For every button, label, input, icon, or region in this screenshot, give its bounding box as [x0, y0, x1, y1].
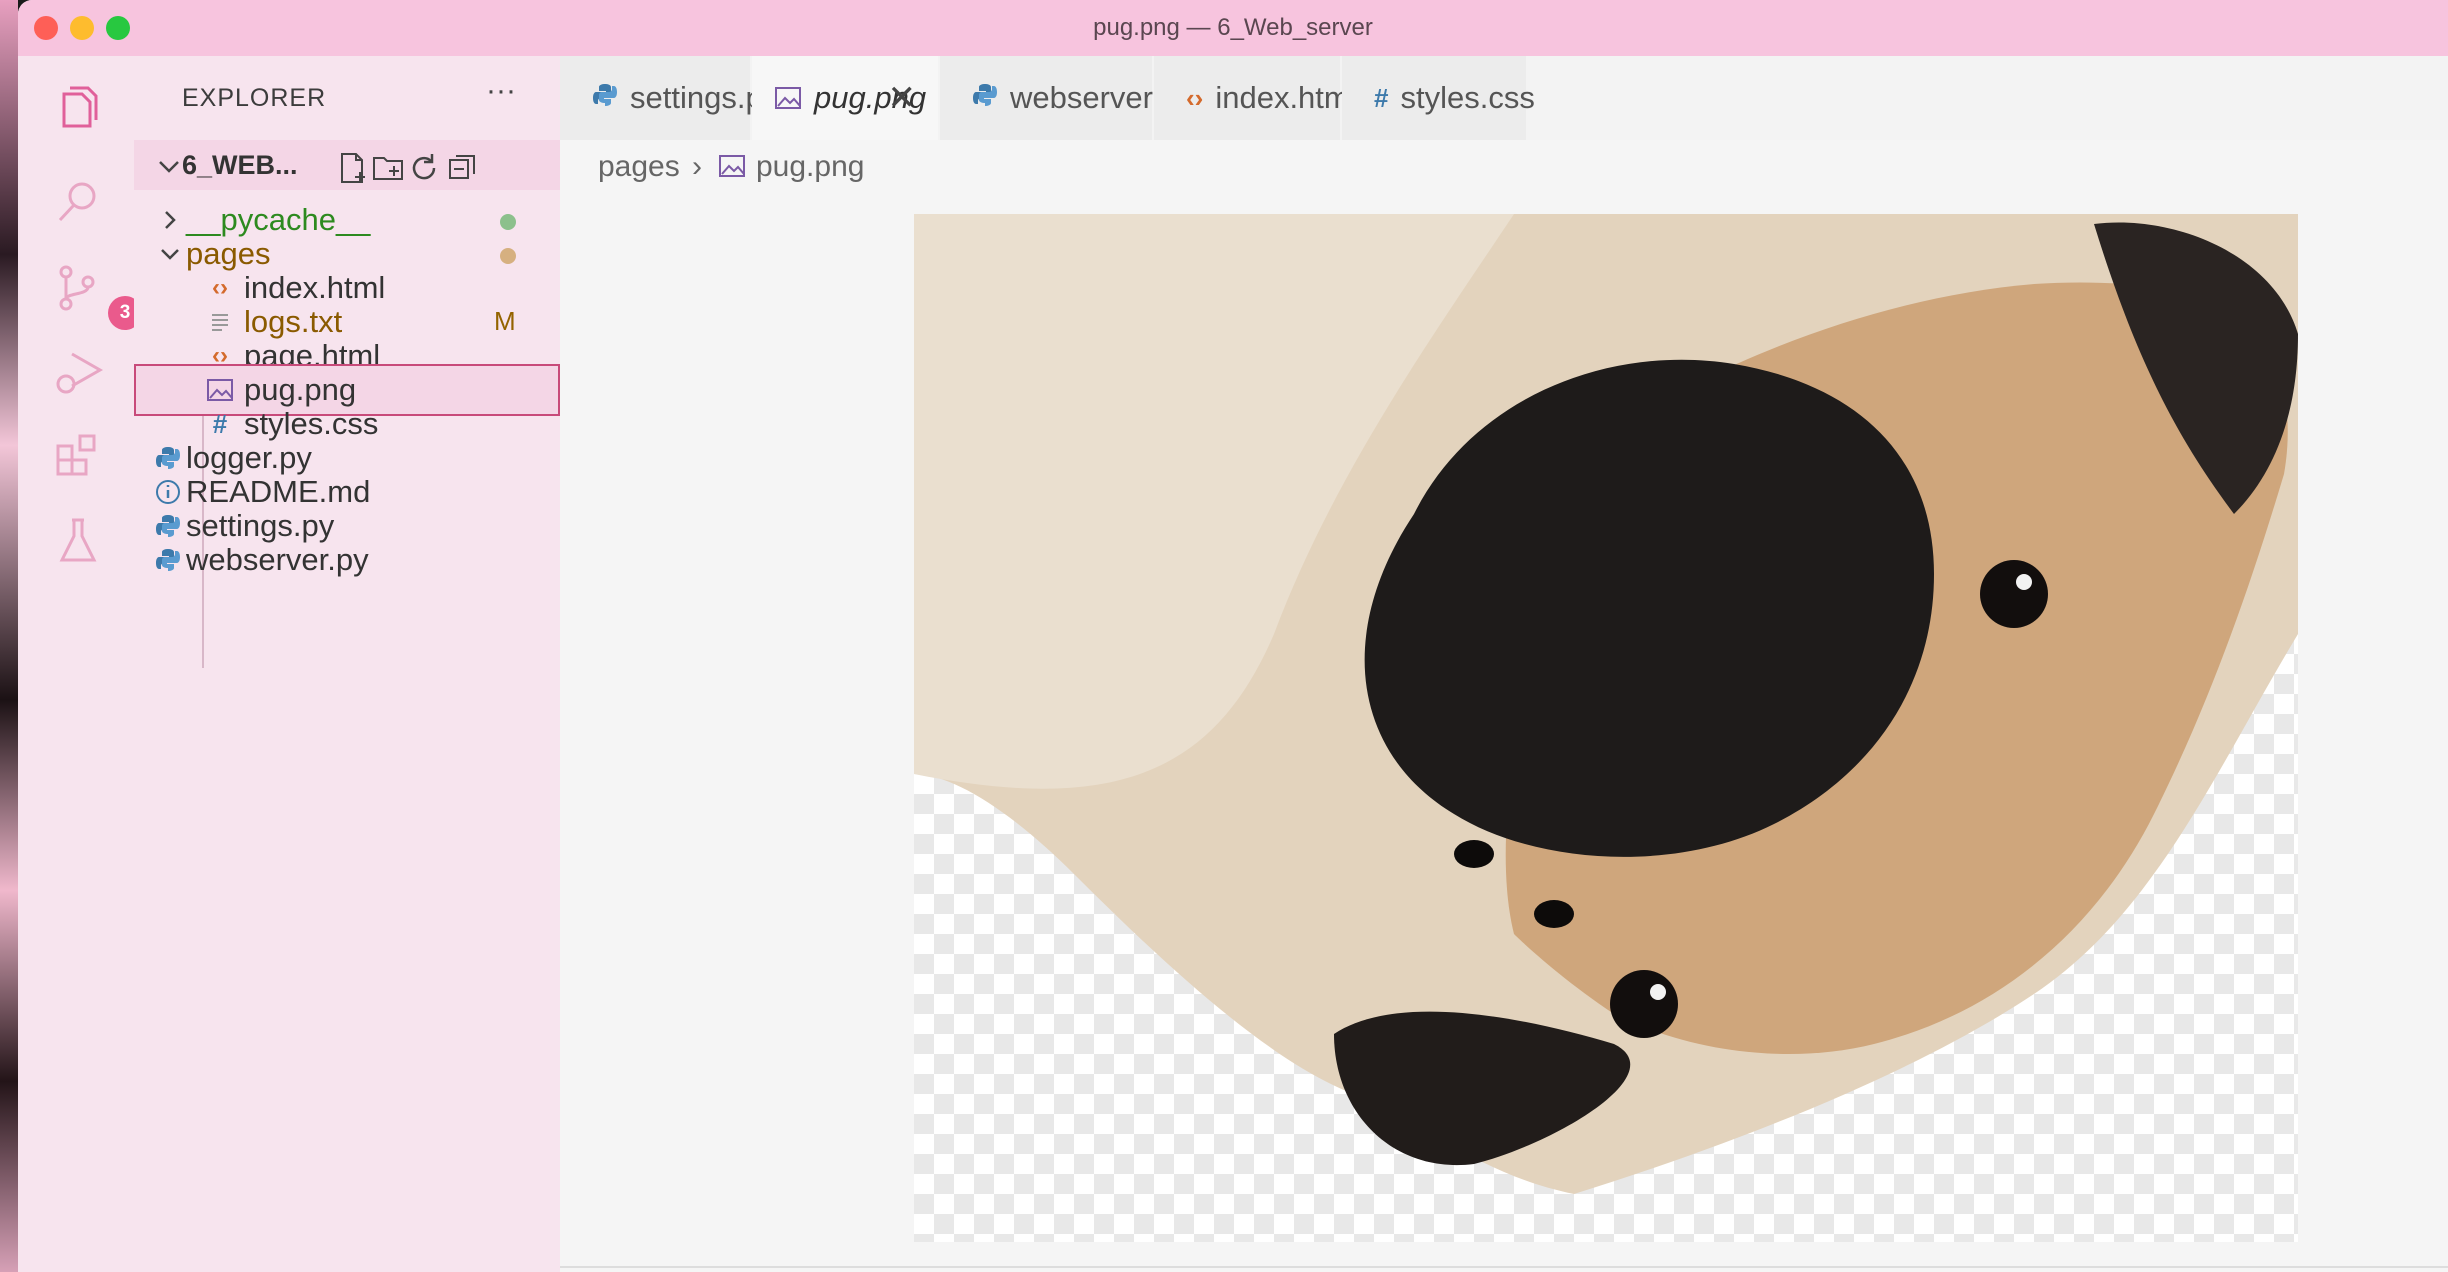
- tab-styles-css[interactable]: # styles.css: [1342, 56, 1535, 140]
- title-bar: pug.png — 6_Web_server: [18, 0, 2448, 56]
- chevron-down-icon: [159, 161, 179, 173]
- explorer-icon[interactable]: [50, 80, 106, 136]
- breadcrumb-folder[interactable]: pages: [598, 150, 680, 184]
- vscode-window: pug.png — 6_Web_server 3 EXPLORER ··· 6_…: [18, 0, 2448, 1272]
- image-preview[interactable]: [914, 214, 2298, 1242]
- python-icon: [592, 82, 618, 115]
- tree-item-label: webserver.py: [186, 542, 369, 577]
- image-icon: [719, 155, 745, 177]
- breadcrumb-separator: ›: [692, 150, 702, 183]
- editor-bottom-border: [560, 1266, 2448, 1268]
- refresh-icon[interactable]: [406, 150, 442, 186]
- desktop-wallpaper: [0, 0, 18, 1272]
- python-icon: [154, 546, 182, 574]
- editor-tabs: settings.py pug.png ✕ webserver.py ‹› in…: [560, 56, 2448, 140]
- tab-label: index.html: [1215, 80, 1357, 115]
- activity-bar: 3: [18, 56, 142, 1272]
- window-title: pug.png — 6_Web_server: [1093, 14, 1373, 41]
- python-icon: [972, 82, 998, 115]
- explorer-header: EXPLORER ···: [134, 56, 560, 140]
- new-folder-icon[interactable]: [370, 150, 406, 186]
- close-tab-icon[interactable]: ✕: [888, 78, 917, 118]
- tree-item-webserver-py[interactable]: webserver.py: [134, 534, 560, 586]
- testing-icon[interactable]: [50, 512, 106, 568]
- tab-settings-py[interactable]: settings.py: [560, 56, 778, 140]
- extensions-icon[interactable]: [50, 426, 106, 482]
- explorer-title: EXPLORER: [182, 84, 327, 112]
- collapse-all-icon[interactable]: [444, 150, 480, 186]
- breadcrumb: pages › pug.png: [560, 140, 2448, 196]
- explorer-sidebar: EXPLORER ··· 6_WEB... __pycache__ pages ‹›…: [134, 56, 560, 1272]
- breadcrumb-file[interactable]: pug.png: [756, 150, 864, 184]
- source-control-icon[interactable]: 3: [50, 260, 142, 330]
- more-actions-button[interactable]: ···: [486, 74, 516, 108]
- workspace-folder-row[interactable]: 6_WEB...: [134, 140, 560, 190]
- run-debug-icon[interactable]: [50, 344, 106, 400]
- image-icon: [775, 87, 801, 109]
- tab-webserver-py[interactable]: webserver.py: [940, 56, 1193, 140]
- pug-image: [914, 214, 2298, 1194]
- new-file-icon[interactable]: [334, 150, 370, 186]
- html-icon: ‹›: [1186, 82, 1204, 113]
- tab-index-html[interactable]: ‹› index.html: [1154, 56, 1357, 140]
- search-icon[interactable]: [50, 174, 106, 230]
- tab-pug-png[interactable]: pug.png ✕: [752, 56, 938, 140]
- tab-label: styles.css: [1400, 80, 1535, 115]
- css-icon: #: [1374, 82, 1389, 113]
- workspace-folder-name: 6_WEB...: [182, 150, 298, 180]
